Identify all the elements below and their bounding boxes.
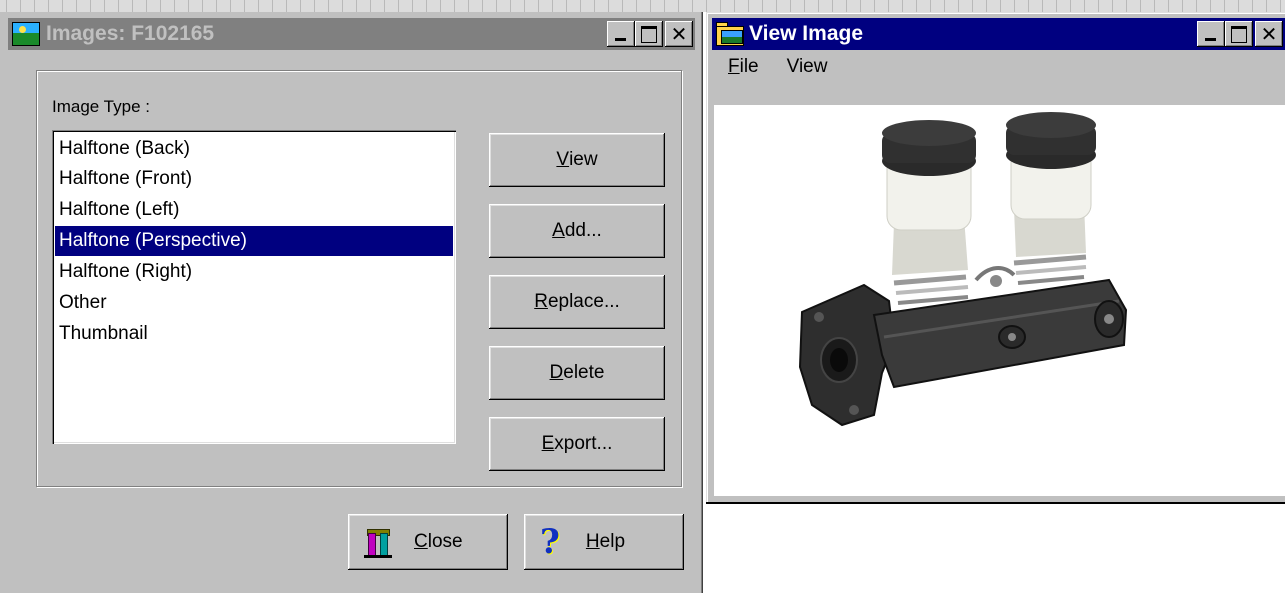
view-image-window: View Image ✕ File View xyxy=(706,12,1285,502)
minimize-button[interactable] xyxy=(1197,21,1225,47)
add-button[interactable]: Add... xyxy=(489,204,665,258)
view-image-menubar: File View xyxy=(712,52,1285,82)
help-button-mnemonic: H xyxy=(585,531,600,552)
view-image-titlebar[interactable]: View Image ✕ xyxy=(712,18,1285,50)
close-button-mnemonic: C xyxy=(414,531,428,552)
help-button-label: elp xyxy=(599,531,626,552)
view-caption-buttons: ✕ xyxy=(1197,21,1283,47)
delete-button-label: elete xyxy=(563,362,605,383)
maximize-button[interactable] xyxy=(635,21,663,47)
brake-master-cylinder-image xyxy=(798,112,1128,427)
delete-button[interactable]: Delete xyxy=(489,346,665,400)
export-button-mnemonic: E xyxy=(541,433,555,454)
menu-file-mnemonic: F xyxy=(728,56,740,77)
window-app-icon[interactable] xyxy=(12,22,40,46)
menu-file-label: ile xyxy=(739,56,759,77)
background-window-area xyxy=(706,502,1285,595)
export-button[interactable]: Export... xyxy=(489,417,665,471)
images-titlebar[interactable]: Images: F102165 ✕ xyxy=(8,18,695,50)
list-item[interactable]: Thumbnail xyxy=(55,319,453,349)
view-image-title: View Image xyxy=(749,22,864,45)
background-window-strip xyxy=(0,0,1285,12)
list-item[interactable]: Halftone (Back) xyxy=(55,134,453,164)
close-button[interactable]: Close xyxy=(348,514,508,570)
menu-file[interactable]: File xyxy=(712,56,771,78)
menu-view[interactable]: View xyxy=(771,56,840,78)
replace-button-label: eplace... xyxy=(547,291,620,312)
add-button-mnemonic: A xyxy=(552,220,565,241)
delete-button-mnemonic: D xyxy=(549,362,564,383)
export-button-label: xport... xyxy=(554,433,613,454)
list-item[interactable]: Other xyxy=(55,288,453,318)
view-button-mnemonic: V xyxy=(556,149,570,170)
images-window-title: Images: F102165 xyxy=(46,22,215,45)
maximize-button[interactable] xyxy=(1225,21,1253,47)
close-button-label: lose xyxy=(427,531,463,552)
replace-button-mnemonic: R xyxy=(534,291,548,312)
list-item[interactable]: Halftone (Front) xyxy=(55,164,453,194)
minimize-button[interactable] xyxy=(607,21,635,47)
add-button-label: dd... xyxy=(564,220,602,241)
image-type-listbox[interactable]: Halftone (Back) Halftone (Front) Halfton… xyxy=(52,130,456,444)
close-door-icon xyxy=(364,527,392,558)
help-question-icon: ? xyxy=(540,522,560,562)
view-button[interactable]: View xyxy=(489,133,665,187)
close-window-button[interactable]: ✕ xyxy=(665,21,693,47)
folder-picture-icon[interactable] xyxy=(716,22,744,46)
close-window-button[interactable]: ✕ xyxy=(1255,21,1283,47)
image-type-label: Image Type : xyxy=(52,97,150,116)
list-item[interactable]: Halftone (Left) xyxy=(55,195,453,225)
list-item-selected[interactable]: Halftone (Perspective) xyxy=(55,226,453,256)
help-button[interactable]: ? Help xyxy=(524,514,684,570)
list-item[interactable]: Halftone (Right) xyxy=(55,257,453,287)
image-display-pane xyxy=(714,105,1285,496)
view-button-label: iew xyxy=(569,149,598,170)
caption-buttons: ✕ xyxy=(607,21,693,47)
replace-button[interactable]: Replace... xyxy=(489,275,665,329)
